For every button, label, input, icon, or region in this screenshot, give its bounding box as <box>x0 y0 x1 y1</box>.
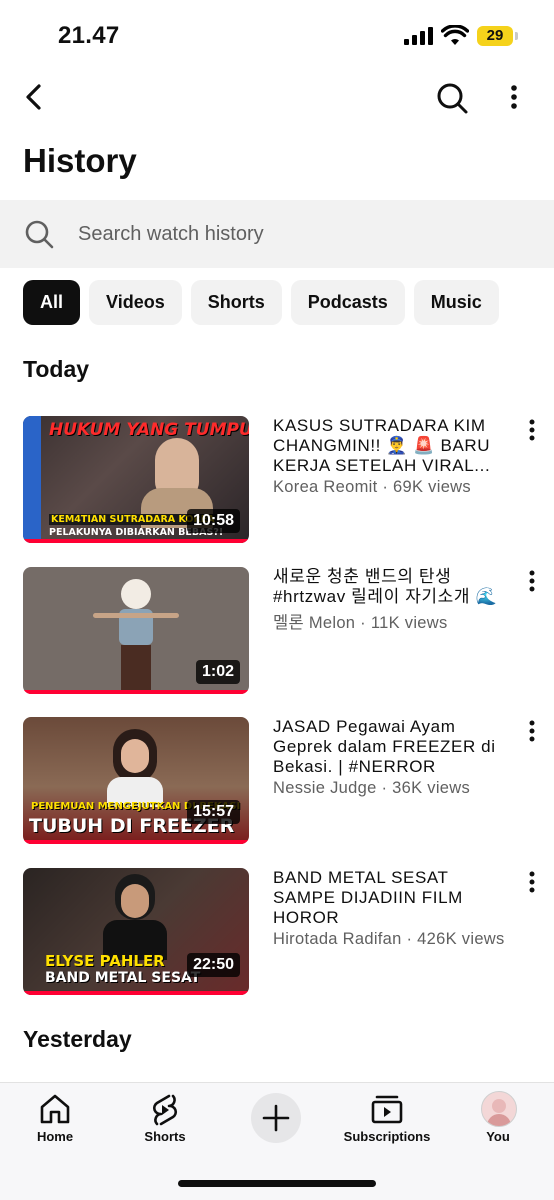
chip-podcasts[interactable]: Podcasts <box>290 280 405 325</box>
profile-avatar-icon <box>487 1099 511 1126</box>
avatar[interactable] <box>481 1091 517 1127</box>
video-thumbnail[interactable]: 1:02 <box>23 567 249 694</box>
video-duration: 15:57 <box>187 800 240 824</box>
clock: 21.47 <box>58 22 120 49</box>
chip-music[interactable]: Music <box>413 280 499 325</box>
create-button[interactable] <box>251 1093 301 1143</box>
video-meta: Korea Reomit · 69K views <box>273 478 471 496</box>
search-icon <box>25 220 54 249</box>
video-info: KASUS SUTRADARA KIM CHANGMIN!! 👮‍♂️ 🚨 BA… <box>273 416 515 497</box>
video-item[interactable]: HUKUM YANG TUMPUL KEM4TIAN SUTRADARA KOR… <box>23 416 554 544</box>
video-duration: 10:58 <box>187 509 240 533</box>
presenter-face <box>121 739 149 773</box>
channel-stripe <box>23 416 41 543</box>
video-meta: Hirotada Radifan · 426K views <box>273 930 505 948</box>
filter-chips: All Videos Shorts Podcasts Music <box>23 280 499 325</box>
watch-progress-bar <box>23 991 249 995</box>
section-heading-today: Today <box>23 356 90 382</box>
video-item[interactable]: 1:02 새로운 청춘 밴드의 탄생 #hrtzwav 릴레이 자기소개 🌊 멜… <box>23 567 554 695</box>
video-title[interactable]: BAND METAL SESAT SAMPE DIJADIIN FILM HOR… <box>273 868 515 928</box>
search-bar <box>0 200 554 268</box>
video-item[interactable]: PENEMUAN MENGEJUTKAN DI BEKASI TUBUH DI … <box>23 717 554 845</box>
watch-progress-bar <box>23 690 249 694</box>
subscriptions-icon <box>371 1095 403 1124</box>
more-options-icon[interactable] <box>504 84 524 112</box>
dancer-arms <box>93 613 179 618</box>
cellular-signal-icon <box>404 27 433 45</box>
more-options-icon[interactable] <box>521 870 543 896</box>
back-arrow-icon[interactable] <box>20 82 50 112</box>
section-heading-yesterday: Yesterday <box>23 1026 132 1052</box>
status-bar: 21.47 29 <box>0 0 554 70</box>
video-thumbnail[interactable]: ELYSE PAHLER BAND METAL SESAT 22:50 <box>23 868 249 995</box>
video-thumbnail[interactable]: PENEMUAN MENGEJUTKAN DI BEKASI TUBUH DI … <box>23 717 249 844</box>
nav-label: Home <box>36 1129 74 1144</box>
watch-progress-bar <box>23 840 249 844</box>
more-options-icon[interactable] <box>521 418 543 444</box>
video-thumbnail[interactable]: HUKUM YANG TUMPUL KEM4TIAN SUTRADARA KOR… <box>23 416 249 543</box>
nav-label: Subscriptions <box>343 1129 431 1144</box>
wifi-icon <box>441 25 469 45</box>
search-input[interactable] <box>78 214 518 254</box>
video-title[interactable]: 새로운 청춘 밴드의 탄생 #hrtzwav 릴레이 자기소개 🌊 <box>273 567 515 607</box>
thumbnail-caption: BAND METAL SESAT <box>45 970 201 986</box>
video-meta: 멜론 Melon · 11K views <box>273 614 448 632</box>
video-duration: 1:02 <box>195 660 240 684</box>
dancer-head <box>121 579 151 609</box>
video-meta: Nessie Judge · 36K views <box>273 779 471 797</box>
battery-indicator: 29 <box>477 26 518 46</box>
home-icon <box>40 1094 70 1124</box>
video-info: JASAD Pegawai Ayam Geprek dalam FREEZER … <box>273 717 515 798</box>
video-title[interactable]: KASUS SUTRADARA KIM CHANGMIN!! 👮‍♂️ 🚨 BA… <box>273 416 515 476</box>
video-duration: 22:50 <box>187 953 240 977</box>
thumbnail-title: ELYSE PAHLER <box>45 952 165 970</box>
nav-label: Shorts <box>144 1129 186 1144</box>
chip-shorts[interactable]: Shorts <box>190 280 282 325</box>
plus-icon <box>262 1104 290 1132</box>
more-options-icon[interactable] <box>521 569 543 595</box>
video-title[interactable]: JASAD Pegawai Ayam Geprek dalam FREEZER … <box>273 717 515 777</box>
watch-progress-bar <box>23 539 249 543</box>
thumbnail-title: HUKUM YANG TUMPUL <box>49 420 249 440</box>
more-options-icon[interactable] <box>521 719 543 745</box>
shorts-icon <box>152 1094 178 1126</box>
presenter-face <box>121 884 149 918</box>
video-item[interactable]: ELYSE PAHLER BAND METAL SESAT 22:50 BAND… <box>23 868 554 996</box>
chip-all[interactable]: All <box>23 280 81 325</box>
home-indicator <box>178 1180 376 1187</box>
nav-label: You <box>486 1129 510 1144</box>
video-info: 새로운 청춘 밴드의 탄생 #hrtzwav 릴레이 자기소개 🌊 멜론 Mel… <box>273 567 515 633</box>
page-title: History <box>23 142 137 179</box>
chip-videos[interactable]: Videos <box>89 280 182 325</box>
video-info: BAND METAL SESAT SAMPE DIJADIIN FILM HOR… <box>273 868 515 949</box>
search-icon[interactable] <box>434 80 470 116</box>
dancer-legs <box>121 645 151 690</box>
